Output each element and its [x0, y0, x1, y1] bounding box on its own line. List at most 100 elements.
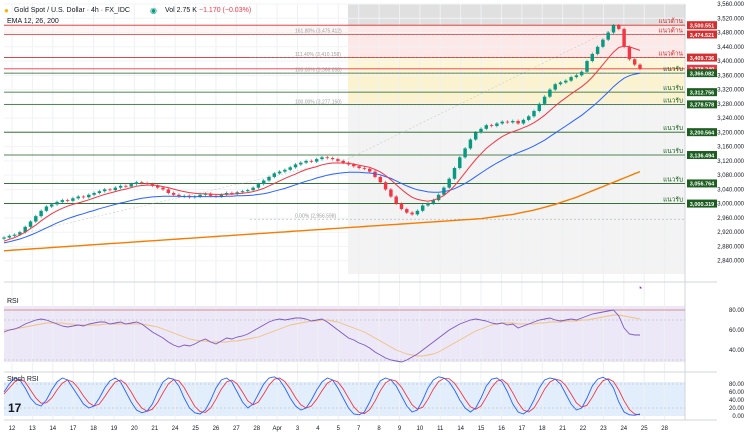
candle-body[interactable]	[76, 196, 80, 199]
candle-body[interactable]	[611, 25, 616, 33]
candle-body[interactable]	[394, 196, 398, 204]
candle-body[interactable]	[87, 194, 91, 198]
candle-body[interactable]	[113, 187, 118, 191]
candle-body[interactable]	[108, 189, 112, 191]
candle-body[interactable]	[124, 185, 128, 187]
candle-body[interactable]	[60, 200, 65, 202]
candle-body[interactable]	[44, 206, 49, 211]
chart-canvas[interactable]: แนวต้านแนวต้านแนวต้านแนวรับแนวรับแนวรับแ…	[0, 0, 749, 436]
candle-body[interactable]	[537, 103, 542, 111]
symbol-title[interactable]: Gold Spot / U.S. Dollar · 4h · FX_IDC	[14, 7, 130, 14]
candle-body[interactable]	[7, 235, 12, 238]
alert-clock-icon[interactable]: ◔	[637, 284, 642, 293]
candle-body[interactable]	[28, 221, 33, 227]
candle-body[interactable]	[277, 171, 282, 174]
candle-body[interactable]	[34, 216, 38, 222]
candle-body[interactable]	[341, 160, 345, 163]
candle-body[interactable]	[240, 191, 245, 193]
candle-body[interactable]	[2, 237, 6, 239]
visibility-eye-icon[interactable]: ◉	[150, 7, 157, 15]
candle-body[interactable]	[320, 157, 324, 160]
candle-body[interactable]	[288, 167, 292, 170]
candle-body[interactable]	[447, 178, 451, 188]
candle-body[interactable]	[526, 116, 531, 120]
candle-body[interactable]	[574, 75, 579, 78]
candle-body[interactable]	[161, 187, 165, 190]
candle-body[interactable]	[325, 157, 330, 159]
candle-body[interactable]	[383, 182, 388, 190]
candle-body[interactable]	[256, 184, 261, 188]
candle-body[interactable]	[362, 168, 367, 169]
candle-body[interactable]	[601, 39, 605, 47]
candle-body[interactable]	[267, 176, 271, 181]
candle-body[interactable]	[389, 189, 393, 197]
candle-body[interactable]	[500, 121, 504, 124]
candle-body[interactable]	[12, 234, 17, 236]
price-axis[interactable]: 3,560.0003,520.0003,480.0003,440.0003,40…	[687, 2, 745, 265]
candle-body[interactable]	[272, 173, 277, 177]
candle-body[interactable]	[102, 189, 107, 192]
rsi-legend[interactable]: RSI	[7, 298, 19, 305]
candle-body[interactable]	[405, 209, 409, 213]
candle-body[interactable]	[558, 82, 563, 85]
candle-body[interactable]	[97, 191, 102, 193]
candle-body[interactable]	[399, 203, 404, 210]
candle-body[interactable]	[129, 184, 133, 187]
candle-body[interactable]	[617, 25, 621, 29]
candle-body[interactable]	[606, 32, 610, 40]
candle-body[interactable]	[579, 71, 584, 76]
candle-body[interactable]	[261, 180, 266, 185]
candle-body[interactable]	[484, 125, 489, 129]
candle-body[interactable]	[166, 189, 171, 193]
candle-body[interactable]	[473, 132, 478, 140]
candle-body[interactable]	[553, 84, 557, 90]
ema-legend[interactable]: EMA 12, 26, 200	[7, 18, 59, 25]
candle-body[interactable]	[118, 185, 123, 188]
candle-body[interactable]	[293, 164, 298, 168]
candle-body[interactable]	[39, 210, 43, 217]
candle-body[interactable]	[65, 200, 70, 201]
candle-body[interactable]	[632, 59, 637, 65]
candle-body[interactable]	[314, 159, 319, 162]
candle-body[interactable]	[595, 46, 600, 54]
candle-body[interactable]	[479, 128, 483, 133]
time-axis[interactable]: 12 13 14 17 18 19 20 21 24 25 26 27 28 Apr 3 4 5 7 8 9 10 11 1…	[9, 426, 669, 432]
candle-body[interactable]	[145, 183, 149, 185]
candle-body[interactable]	[495, 123, 499, 126]
candle-body[interactable]	[638, 64, 642, 69]
candle-body[interactable]	[171, 192, 176, 195]
candle-body[interactable]	[452, 168, 457, 179]
candle-body[interactable]	[426, 203, 430, 206]
candle-body[interactable]	[92, 192, 96, 195]
candle-body[interactable]	[627, 46, 632, 60]
candle-body[interactable]	[251, 187, 255, 191]
stoch-rsi-legend[interactable]: Stoch RSI	[7, 376, 39, 383]
candle-body[interactable]	[564, 80, 568, 83]
candle-body[interactable]	[71, 198, 75, 201]
candle-body[interactable]	[511, 120, 515, 123]
candle-body[interactable]	[246, 190, 250, 192]
candle-body[interactable]	[622, 28, 626, 47]
candle-body[interactable]	[367, 168, 372, 172]
candle-body[interactable]	[299, 162, 303, 165]
candle-body[interactable]	[516, 120, 520, 124]
candle-body[interactable]	[585, 61, 589, 72]
candle-body[interactable]	[330, 158, 335, 160]
candle-body[interactable]	[463, 148, 467, 158]
candle-body[interactable]	[55, 201, 59, 205]
candle-body[interactable]	[505, 121, 510, 123]
candle-body[interactable]	[410, 212, 414, 215]
candle-body[interactable]	[569, 77, 573, 81]
candle-body[interactable]	[134, 182, 139, 185]
candle-body[interactable]	[304, 160, 308, 163]
candle-body[interactable]	[468, 139, 473, 149]
candle-body[interactable]	[548, 89, 552, 97]
candle-body[interactable]	[378, 176, 383, 183]
candle-body[interactable]	[542, 96, 547, 104]
candle-body[interactable]	[458, 157, 462, 169]
candle-body[interactable]	[415, 210, 420, 215]
candle-body[interactable]	[521, 119, 526, 124]
candle-body[interactable]	[140, 182, 144, 184]
candle-body[interactable]	[357, 166, 361, 169]
candle-body[interactable]	[420, 205, 425, 211]
